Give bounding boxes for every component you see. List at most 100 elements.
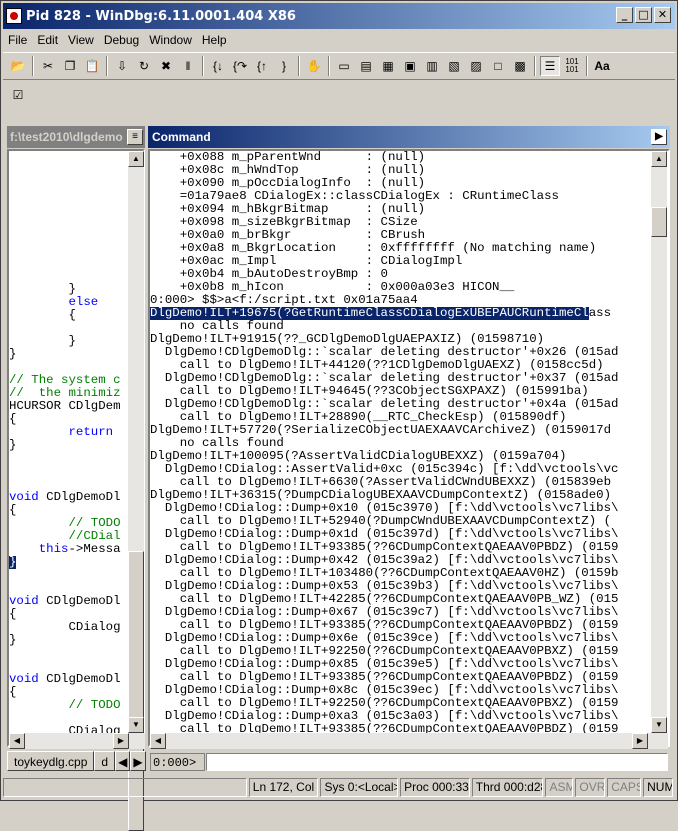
menu-window[interactable]: Window	[144, 33, 197, 47]
scroll-right-icon[interactable]: ▶	[632, 733, 648, 749]
step-over-icon[interactable]: {↷	[230, 56, 250, 76]
disassembly-icon[interactable]: ▨	[466, 56, 486, 76]
command-output-line: call to DlgDemo!ILT+94645(??3CObjectSGXP…	[150, 385, 589, 398]
menu-bar: File Edit View Debug Window Help	[3, 30, 675, 50]
command-window-icon[interactable]: ▭	[334, 56, 354, 76]
command-hscrollbar[interactable]: ◀ ▶	[150, 733, 668, 749]
source-code-view[interactable]: } else { }} // The system c// the minimiz…	[9, 151, 129, 733]
command-output-line: DlgDemo!CDialog::Dump+0x85 (015c39e5) [f…	[150, 658, 619, 671]
cut-icon[interactable]: ✂	[38, 56, 58, 76]
command-scroll-thumb[interactable]	[651, 207, 667, 237]
go-icon[interactable]: ⇩	[112, 56, 132, 76]
source-line: }	[9, 439, 17, 452]
call-stack-icon[interactable]: ▧	[444, 56, 464, 76]
restart-icon[interactable]: ↻	[134, 56, 154, 76]
source-line	[9, 179, 129, 192]
command-output-line: DlgDemo!ILT+57720(?SerializeCObjectUAEXA…	[150, 424, 612, 437]
breakpoint-hand-icon[interactable]: ✋	[304, 56, 324, 76]
source-vscrollbar[interactable]: ▲ ▼	[128, 151, 144, 831]
command-output-line: +0x08c m_hWndTop : (null)	[150, 164, 426, 177]
locals-icon[interactable]: ▦	[378, 56, 398, 76]
source-line: HCURSOR CDlgDem	[9, 400, 121, 413]
command-output-line: call to DlgDemo!ILT+42285(??6CDumpContex…	[150, 593, 619, 606]
selected-text: DlgDemo!ILT+19675(?GetRuntimeClassCDialo…	[150, 307, 589, 320]
step-into-icon[interactable]: {↓	[208, 56, 228, 76]
command-output-line: 0:000> $$>a<f:/script.txt 0x01a75aa4	[150, 294, 418, 307]
scroll-down-icon[interactable]: ▼	[651, 717, 667, 733]
break-icon[interactable]: ‖	[178, 56, 198, 76]
source-line: else	[9, 296, 99, 309]
menu-debug[interactable]: Debug	[99, 33, 144, 47]
hex-mode-icon[interactable]: 101 101	[562, 56, 582, 76]
font-icon[interactable]: Aa	[592, 56, 612, 76]
minimize-button[interactable]: _	[616, 7, 633, 23]
source-line	[9, 218, 129, 231]
processes-icon[interactable]: ▩	[510, 56, 530, 76]
maximize-button[interactable]: □	[635, 7, 652, 23]
command-window-header[interactable]: Command ▶	[148, 126, 670, 148]
command-window-menu-icon[interactable]: ▶	[651, 129, 667, 145]
command-output-line: call to DlgDemo!ILT+52940(?DumpCWndUBEXA…	[150, 515, 612, 528]
source-line: {	[9, 686, 17, 699]
command-output[interactable]: +0x088 m_pParentWnd : (null) +0x08c m_hW…	[150, 151, 650, 733]
run-to-cursor-icon[interactable]: }	[274, 56, 294, 76]
tab-d[interactable]: d	[94, 751, 116, 771]
tab-toykeydlg[interactable]: toykeydlg.cpp	[7, 751, 95, 771]
command-vscrollbar[interactable]: ▲ ▼	[651, 151, 667, 733]
scroll-up-icon[interactable]: ▲	[128, 151, 144, 167]
scratch-pad-icon[interactable]: □	[488, 56, 508, 76]
scroll-left-icon[interactable]: ◀	[9, 733, 25, 749]
command-output-line: =01a79ae8 CDialogEx::classCDialogEx : CR…	[150, 190, 559, 203]
tab-scroll-left-icon[interactable]: ◀	[115, 751, 131, 771]
source-window-menu-icon[interactable]: ≡	[127, 129, 143, 145]
command-window-title: Command	[152, 130, 211, 144]
command-input[interactable]	[206, 753, 668, 771]
close-button[interactable]: ✕	[654, 7, 671, 23]
command-output-line: DlgDemo!CDialog::Dump+0x10 (015c3970) [f…	[150, 502, 619, 515]
status-asm[interactable]: ASM	[545, 778, 574, 797]
command-prompt: 0:000>	[150, 753, 205, 771]
stop-debugging-icon[interactable]: ✖	[156, 56, 176, 76]
source-line	[9, 166, 129, 179]
command-output-line: DlgDemo!ILT+19675(?GetRuntimeClassCDialo…	[150, 307, 612, 320]
window-title: Pid 828 - WinDbg:6.11.0001.404 X86	[26, 8, 296, 24]
windbg-app-icon	[6, 8, 22, 24]
command-output-line: DlgDemo!ILT+100095(?AssertValidCDialogUB…	[150, 450, 567, 463]
scroll-left-icon[interactable]: ◀	[150, 733, 166, 749]
source-line	[9, 712, 129, 725]
source-hscrollbar[interactable]: ◀ ▶	[9, 733, 145, 749]
copy-icon[interactable]: ❐	[60, 56, 80, 76]
source-line	[9, 452, 129, 465]
menu-edit[interactable]: Edit	[32, 33, 63, 47]
step-out-icon[interactable]: {↑	[252, 56, 272, 76]
source-line: return	[68, 426, 114, 439]
menu-view[interactable]: View	[63, 33, 99, 47]
title-bar: Pid 828 - WinDbg:6.11.0001.404 X86 _ □ ✕	[3, 3, 675, 29]
source-line: void CDlgDemoDl	[9, 673, 121, 686]
open-icon[interactable]: 📂	[8, 56, 28, 76]
scroll-up-icon[interactable]: ▲	[651, 151, 667, 167]
memory-icon[interactable]: ▥	[422, 56, 442, 76]
tab-scroll-right-icon[interactable]: ▶	[130, 751, 146, 771]
command-output-line: no calls found	[150, 437, 284, 450]
menu-file[interactable]: File	[3, 33, 32, 47]
scroll-right-icon[interactable]: ▶	[113, 733, 129, 749]
command-output-line: call to DlgDemo!ILT+44120(??1CDlgDemoDlg…	[150, 359, 604, 372]
options-icon[interactable]: ☑	[8, 85, 28, 105]
command-output-line: DlgDemo!ILT+91915(??_GCDlgDemoDlgUAEPAXI…	[150, 333, 545, 346]
source-line	[9, 244, 129, 257]
source-mode-icon[interactable]: ☰	[540, 56, 560, 76]
watch-icon[interactable]: ▤	[356, 56, 376, 76]
source-window-header[interactable]: f:\test2010\dlgdemo ≡	[7, 126, 145, 148]
scroll-down-icon[interactable]: ▼	[128, 717, 144, 733]
command-output-line: DlgDemo!CDialog::Dump+0x67 (015c39c7) [f…	[150, 606, 619, 619]
command-output-line: +0x090 m_pOccDialogInfo : (null)	[150, 177, 426, 190]
command-output-line: +0x0a8 m_BkgrLocation : 0xffffffff (No m…	[150, 242, 597, 255]
menu-help[interactable]: Help	[197, 33, 232, 47]
paste-icon[interactable]: 📋	[82, 56, 102, 76]
source-line: void CDlgDemoDl	[9, 491, 121, 504]
command-output-line: +0x0a0 m_brBkgr : CBrush	[150, 229, 426, 242]
command-output-line: +0x0b4 m_bAutoDestroyBmp : 0	[150, 268, 388, 281]
windbg-window: Pid 828 - WinDbg:6.11.0001.404 X86 _ □ ✕…	[0, 0, 678, 831]
registers-icon[interactable]: ▣	[400, 56, 420, 76]
